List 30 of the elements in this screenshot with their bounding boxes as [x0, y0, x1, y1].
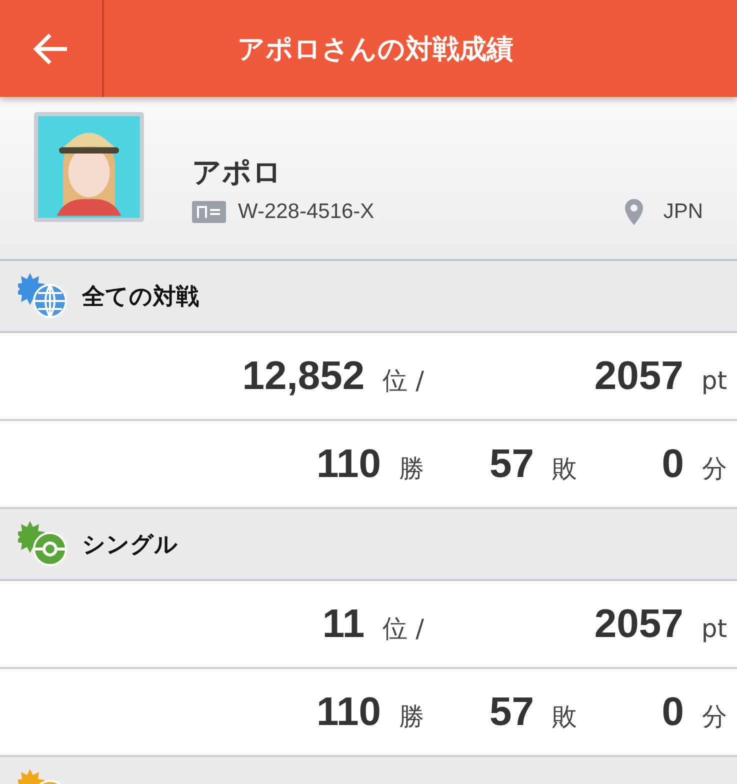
page-title: アポロさんの対戦成績 [236, 32, 514, 66]
wins-unit: 勝 [399, 700, 424, 732]
section-title: 全ての対戦 [82, 282, 199, 312]
back-button[interactable] [0, 0, 104, 97]
rank-unit: 位 / [382, 612, 424, 644]
points-value: 2057 [594, 354, 684, 398]
losses-value: 57 [490, 442, 534, 486]
losses-unit: 敗 [552, 452, 577, 484]
draws-value: 0 [662, 442, 684, 486]
player-name: アポロ [192, 154, 283, 191]
draws-unit: 分 [702, 700, 727, 732]
draws-unit: 分 [702, 452, 727, 484]
location-pin-icon [625, 199, 644, 225]
losses-unit: 敗 [552, 700, 577, 732]
trainer-id: W-228-4516-X [238, 200, 374, 224]
wins-value: 110 [316, 690, 381, 734]
wins-unit: 勝 [399, 452, 424, 484]
losses-value: 57 [490, 690, 534, 734]
rank-value: 12,852 [242, 354, 365, 398]
rank-value: 11 [322, 602, 365, 646]
draws-value: 0 [662, 690, 684, 734]
id-card-icon [192, 201, 226, 223]
globe-icon [18, 273, 70, 319]
points-unit: pt [701, 614, 727, 642]
points-unit: pt [701, 366, 727, 394]
points-value: 2057 [594, 602, 684, 646]
rank-unit: 位 / [382, 364, 424, 396]
section-title: シングル [82, 530, 178, 560]
wins-value: 110 [316, 442, 381, 486]
region-label: JPN [663, 200, 703, 224]
